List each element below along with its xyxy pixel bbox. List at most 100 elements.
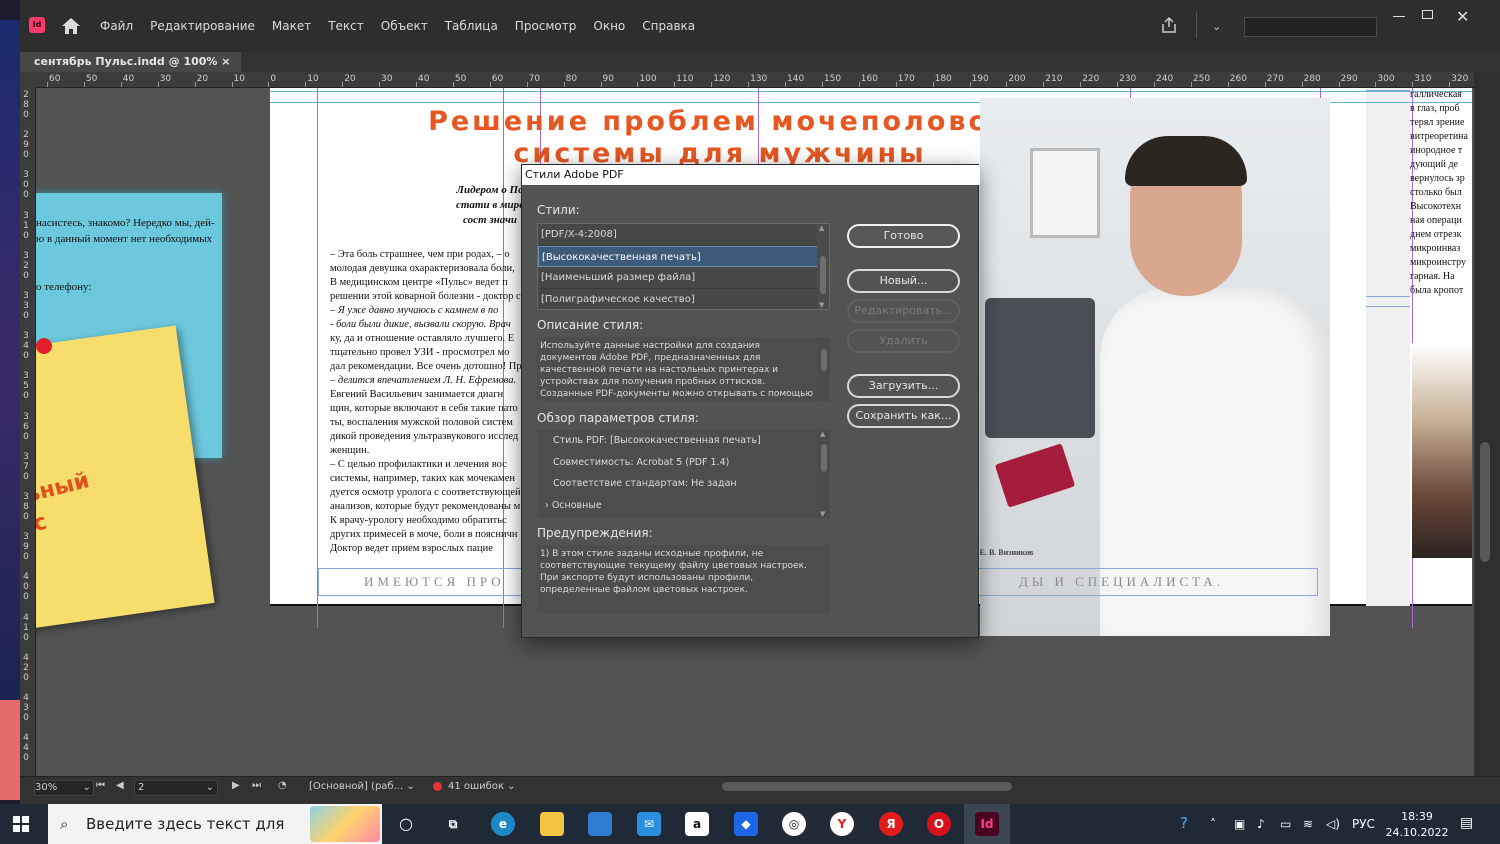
first-page-icon[interactable]: ⏮ [96,780,105,791]
cortana-icon[interactable]: ○ [394,812,418,836]
style-list-item[interactable]: [Наименьший размер файла] [538,267,818,289]
windows-start-icon[interactable] [13,816,29,832]
yandex-browser-icon[interactable]: Y [830,812,854,836]
zoom-field[interactable]: 30% ⌄ [34,780,94,796]
chevron-down-icon[interactable]: ⌄ [83,781,91,795]
horizontal-ruler[interactable]: 60 50 40 30 20 10 0 10 20 30 40 50 60 70 80 90 100 110 120… [36,72,1474,88]
microphone-icon[interactable]: ♪ [1257,817,1265,831]
menu-item[interactable]: Таблица [445,19,498,33]
preflight-icon[interactable]: ◔ [278,780,287,791]
text-line: столько был [1410,187,1462,198]
vertical-ruler[interactable]: 280 290 300 310 320 330 340 350 360 370 380 390 400 4… [20,88,36,776]
load-button[interactable]: Загрузить... [847,374,960,398]
right-column-text[interactable]: галлическая в глаз, проб терял зрение витре… [1410,88,1472,298]
search-input[interactable] [1244,17,1377,37]
ruler-tick-label: 280 [1303,74,1321,84]
amazon-icon[interactable]: a [685,812,709,836]
page-number-field[interactable]: 2 ⌄ [134,780,218,796]
system-clock[interactable]: 18:39 24.10.2022 [1382,809,1452,841]
close-tab-icon[interactable]: × [221,55,230,68]
language-indicator[interactable]: РУС [1352,817,1375,831]
text-line: в глаз, проб [1410,103,1460,114]
body-line: дал рекомендации. Все очень дотошно! Пр [330,361,522,372]
battery-icon[interactable]: ▭ [1280,817,1291,831]
store-icon[interactable] [588,812,612,836]
pdf-presets-dialog: Стили Adobe PDF Стили: [PDF/X-4:2008] [Вы… [521,164,980,638]
vertical-scrollbar[interactable] [1474,72,1500,776]
style-list-item[interactable]: [Полиграфическое качество] [538,289,818,310]
help-icon[interactable]: ? [1180,814,1188,832]
summary-scrollbar[interactable]: ▲ ▼ [818,430,830,518]
menu-item[interactable]: Объект [381,19,428,33]
menu-item[interactable]: Окно [593,19,625,33]
menu-item[interactable]: Справка [642,19,695,33]
menu-item[interactable]: Файл [100,19,133,33]
summary-item[interactable]: Совместимость: Acrobat 5 (PDF 1.4) [537,452,830,474]
document-tab[interactable]: сентябрь Пульс.indd @ 100% × [20,52,241,72]
yandex-icon[interactable]: Я [879,812,903,836]
file-explorer-icon[interactable] [540,812,564,836]
previous-page-icon[interactable]: ◀ [116,780,124,791]
done-button[interactable]: Готово [847,224,960,248]
chevron-down-icon[interactable]: ⌄ [206,781,214,795]
chevron-up-icon[interactable]: ˄ [1210,817,1216,831]
task-view-icon[interactable]: ⧉ [441,812,465,836]
notifications-icon[interactable]: ▤ [1460,815,1473,831]
next-page-icon[interactable]: ▶ [232,780,240,791]
styles-list[interactable]: [PDF/X-4:2008] [Высококачественная печать… [537,223,830,310]
summary-item[interactable]: Соответствие стандартам: Не задан [537,473,830,495]
app-icon[interactable]: ◎ [782,812,806,836]
edit-button[interactable]: Редактировать... [847,299,960,323]
note-text: ьный с [36,466,100,540]
delete-button[interactable]: Удалить [847,329,960,353]
body-line: – С целью профилактики и лечения вос [330,459,507,470]
maximize-icon[interactable] [1422,10,1433,19]
preflight-profile[interactable]: [Основной] (раб... ⌄ [309,780,415,794]
save-as-button[interactable]: Сохранить как... [847,404,960,428]
share-icon[interactable] [1160,16,1178,34]
menu-item[interactable]: Текст [328,19,364,33]
minimize-icon[interactable] [1393,16,1405,17]
ruler-origin[interactable] [20,72,36,88]
home-icon[interactable] [60,15,82,37]
edge-icon[interactable]: e [491,812,515,836]
indesign-app-icon[interactable]: Id [29,17,45,33]
last-page-icon[interactable]: ⏭ [252,780,261,791]
ruler-tick-label: 90 [602,74,614,84]
text-line: микроинваз [1410,243,1461,254]
taskbar-search[interactable]: ⌕ Введите здесь текст для [48,804,382,844]
menu-item[interactable]: Просмотр [515,19,577,33]
device-icon[interactable]: ▣ [1234,817,1245,831]
chevron-right-icon[interactable]: › [545,500,552,511]
chevron-down-icon[interactable]: ⌄ [1212,20,1221,33]
description-scrollbar[interactable] [818,337,830,401]
ruler-tick-label: 100 [639,74,657,84]
opera-icon[interactable]: O [927,812,951,836]
ruler-tick-label: 170 [897,74,915,84]
error-count[interactable]: 41 ошибок ⌄ [448,780,516,794]
close-icon[interactable]: ✕ [1456,7,1469,26]
mail-icon[interactable]: ✉ [637,812,661,836]
horizontal-scrollbar[interactable] [722,782,1012,791]
summary-item[interactable]: Стиль PDF: [Высококачественная печать] [537,430,830,452]
dropbox-icon[interactable]: ◆ [734,812,758,836]
summary-tree[interactable]: Стиль PDF: [Высококачественная печать] Со… [537,430,830,518]
menu-item[interactable]: Редактирование [150,19,255,33]
body-line: дуется осмотр уролога с соответствующей [330,487,521,498]
wifi-icon[interactable]: ≋ [1303,817,1313,831]
ruler-tick-label: 20 [344,74,356,84]
article-lead[interactable]: Лидером о По стати в мире сост значи [450,183,530,228]
ruler-tick-label: 60 [49,74,61,84]
patient-photo[interactable] [1412,343,1472,558]
summary-item[interactable]: › Основные [537,495,830,517]
style-list-item[interactable]: [Высококачественная печать] [538,245,818,267]
volume-icon[interactable]: ◁) [1326,817,1340,831]
document-tab-label: сентябрь Пульс.indd @ 100% [34,55,218,68]
indesign-taskbar-icon[interactable]: Id [975,812,999,836]
styles-scrollbar[interactable]: ▲ ▼ [817,224,829,309]
article-body[interactable]: – Эта боль страшнее, чем при родах, – о м… [318,248,533,556]
menu-item[interactable]: Макет [272,19,311,33]
new-button[interactable]: Новый... [847,269,960,293]
description-label: Описание стиля: [537,318,644,332]
style-list-item[interactable]: [PDF/X-4:2008] [538,224,818,246]
